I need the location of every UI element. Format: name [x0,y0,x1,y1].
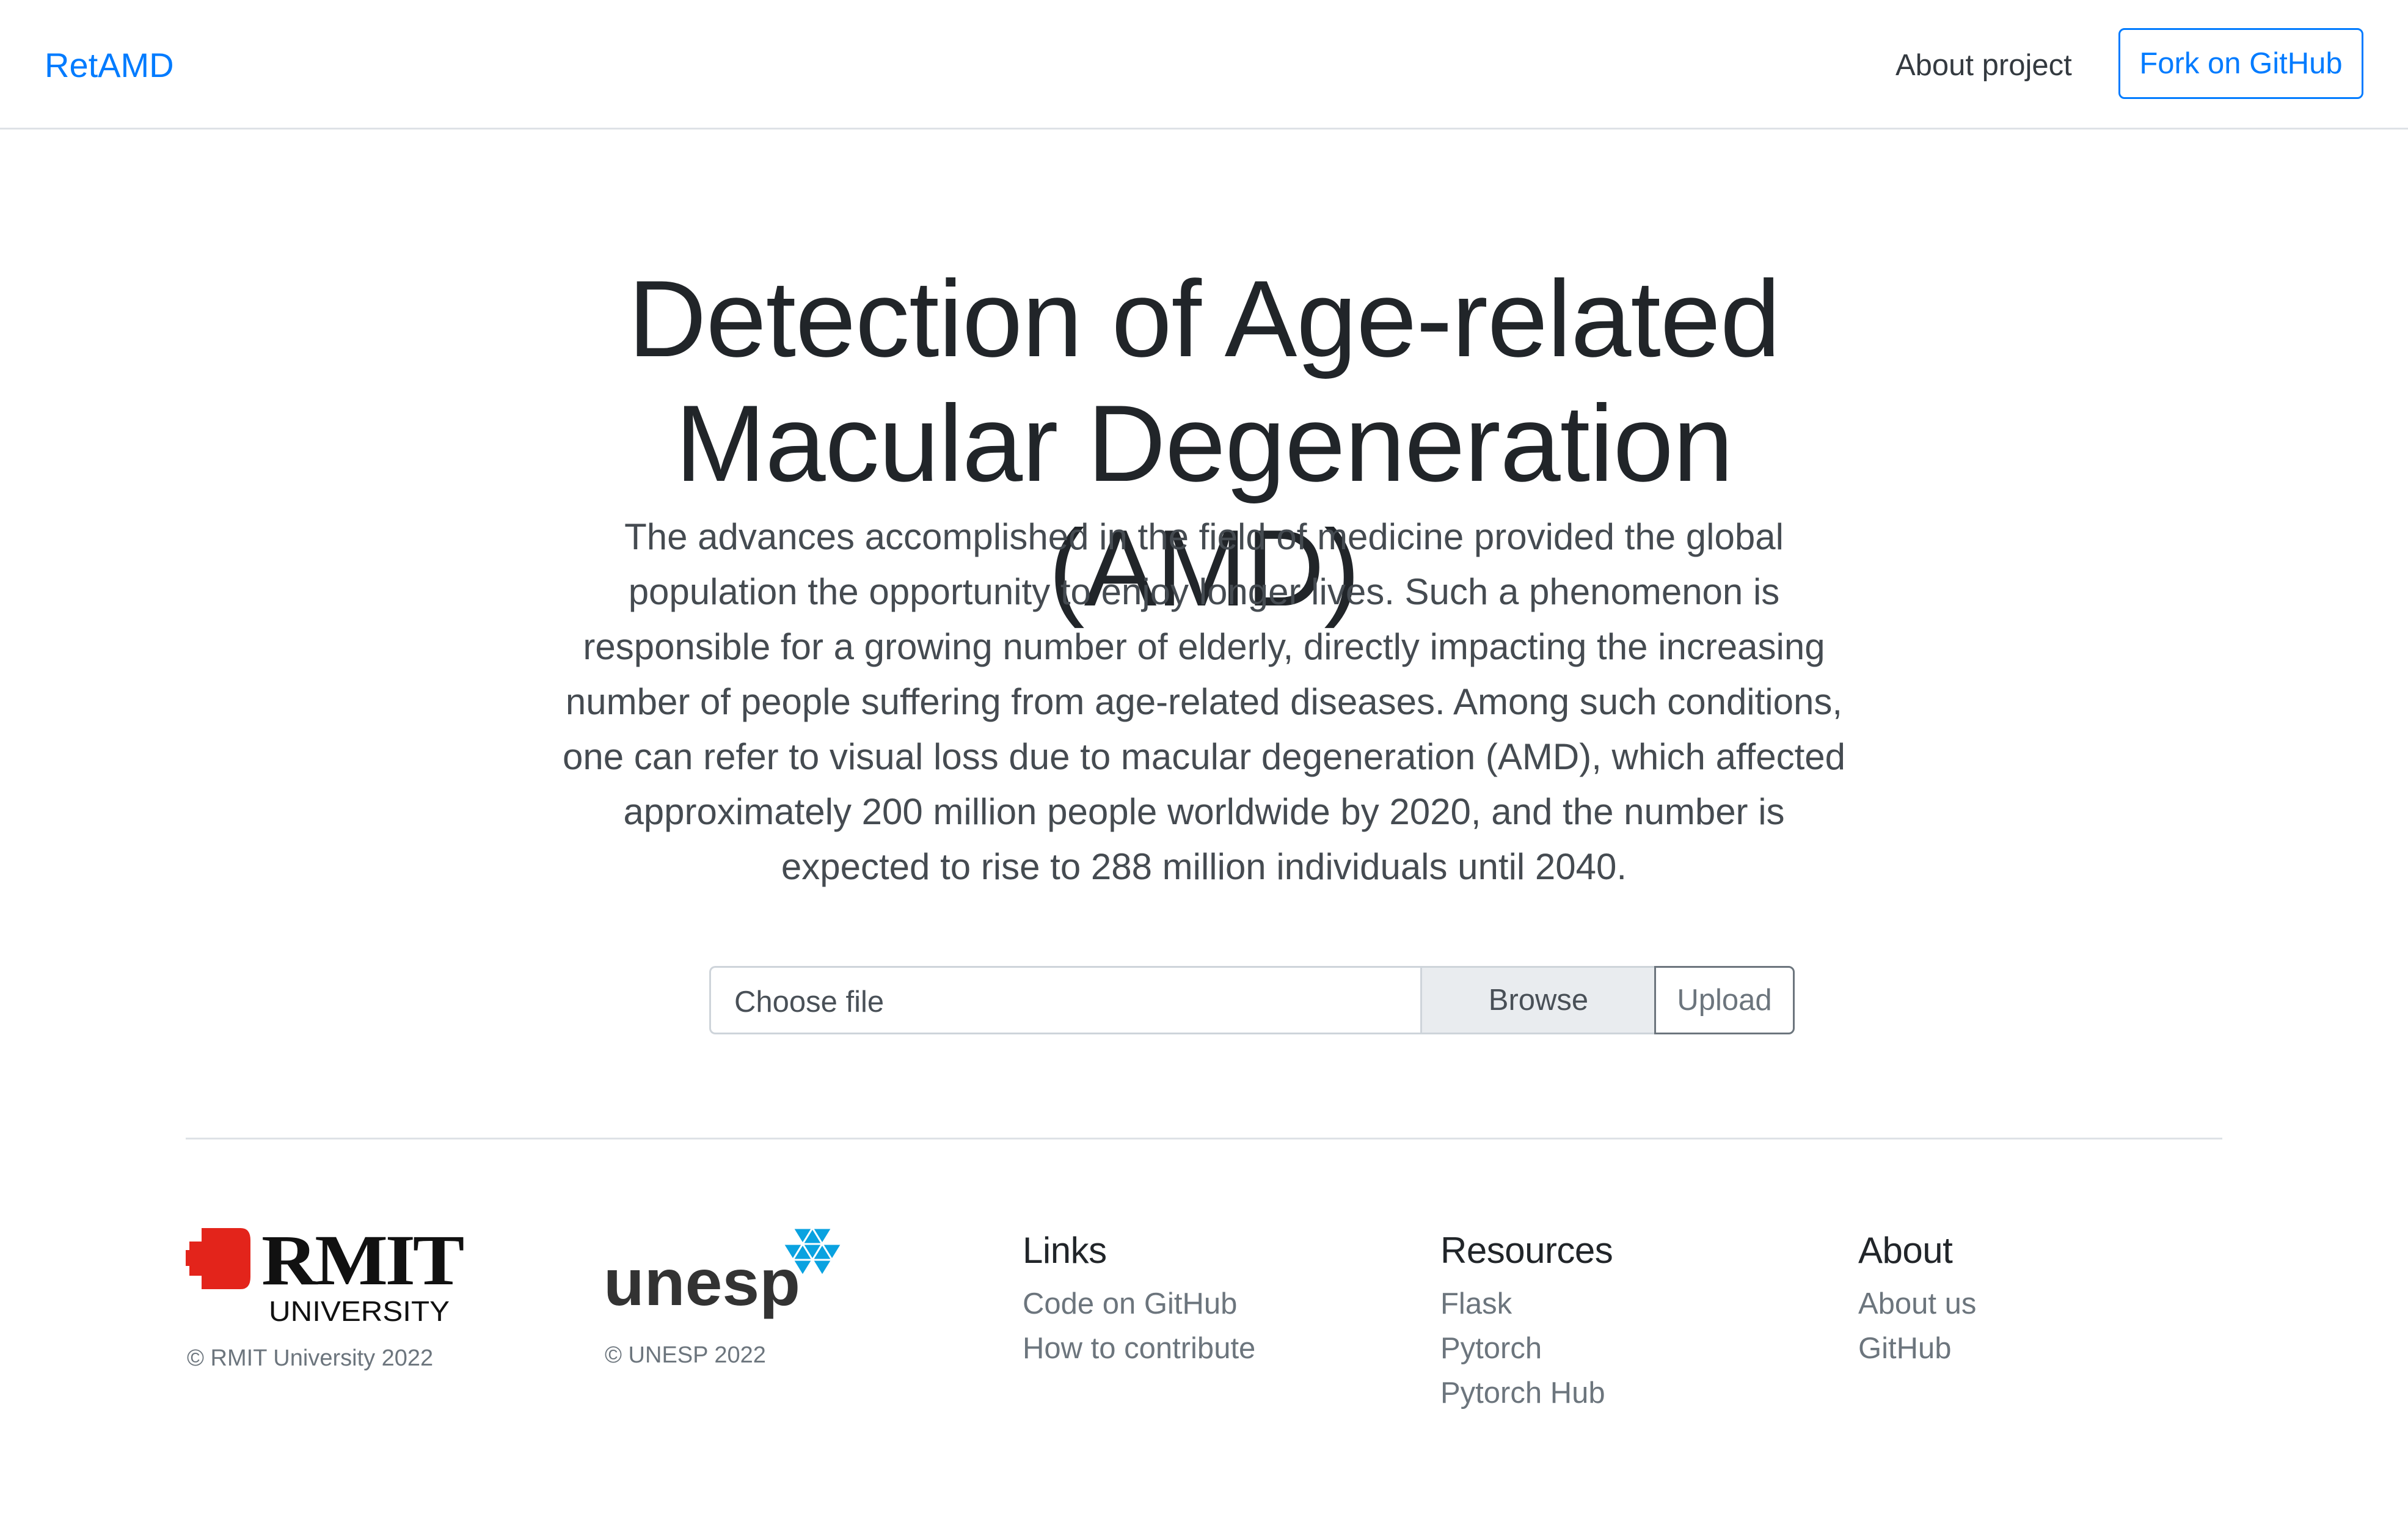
footer-resources-heading: Resources [1440,1230,1613,1271]
unesp-logo-wordmark: unesp [604,1245,800,1319]
rmit-university-logo: RMIT UNIVERSITY [186,1226,465,1327]
fork-on-github-button[interactable]: Fork on GitHub [2118,28,2363,99]
footer-links-column: Links Code on GitHub How to contribute [1023,1228,1255,1371]
rmit-copyright: © RMIT University 2022 [187,1345,434,1371]
footer-divider [186,1138,2222,1139]
unesp-logo: unesp [604,1226,844,1319]
upload-button[interactable]: Upload [1654,966,1795,1034]
about-us-link[interactable]: About us [1858,1282,1976,1326]
intro-paragraph: The advances accomplished in the field o… [563,516,1845,887]
page-title-line-1: Detection of Age-related [628,258,1781,379]
footer-about-column: About About us GitHub [1858,1228,1976,1371]
rmit-logo-wordmark: RMIT [261,1226,463,1300]
footer-about-heading: About [1858,1230,1953,1271]
browse-button[interactable]: Browse [1420,966,1657,1034]
file-input-placeholder: Choose file [734,986,885,1019]
upload-form: Choose file Browse Upload [709,966,1795,1034]
rmit-logo-subtitle: UNIVERSITY [269,1295,450,1327]
how-to-contribute-link[interactable]: How to contribute [1023,1326,1255,1371]
footer-resources-column: Resources Flask Pytorch Pytorch Hub [1440,1228,1613,1416]
pytorch-hub-link[interactable]: Pytorch Hub [1440,1371,1613,1416]
github-link[interactable]: GitHub [1858,1326,1976,1371]
code-on-github-link[interactable]: Code on GitHub [1023,1282,1255,1326]
flask-link[interactable]: Flask [1440,1282,1613,1326]
unesp-copyright: © UNESP 2022 [605,1342,766,1368]
about-project-link[interactable]: About project [1895,46,2072,84]
rmit-pixel-mark [186,1228,250,1289]
footer-links-heading: Links [1023,1230,1107,1271]
pytorch-link[interactable]: Pytorch [1440,1326,1613,1371]
brand-link[interactable]: RetAMD [45,44,174,87]
top-navbar: RetAMD About project Fork on GitHub [0,0,2408,130]
file-input[interactable]: Choose file [709,966,1420,1034]
